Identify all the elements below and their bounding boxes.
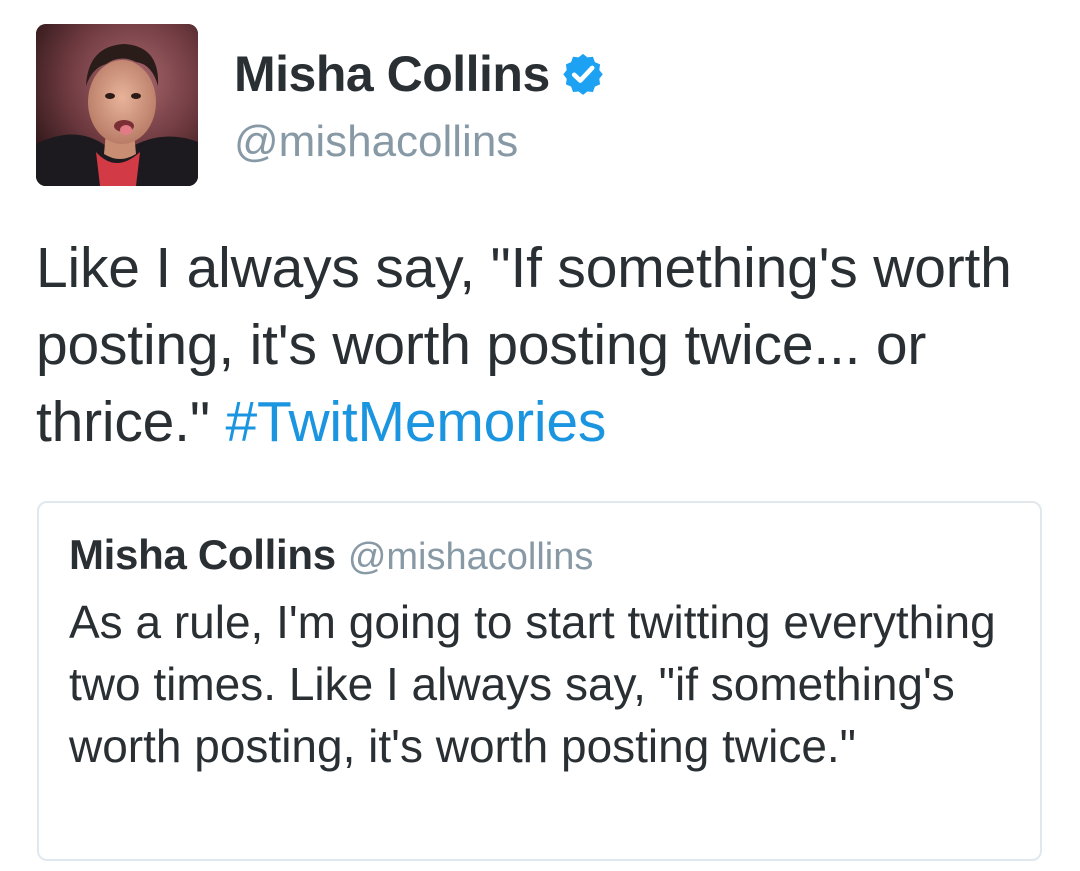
verified-badge-icon (560, 51, 606, 97)
quoted-display-name: Misha Collins (69, 531, 336, 578)
hashtag-link[interactable]: #TwitMemories (226, 390, 607, 454)
quoted-tweet-header: Misha Collins @mishacollins (69, 531, 593, 579)
quoted-tweet-card[interactable]: Misha Collins @mishacollins As a rule, I… (37, 501, 1042, 861)
author-handle[interactable]: @mishacollins (234, 114, 518, 170)
author-display-name[interactable]: Misha Collins (234, 44, 550, 104)
avatar-photo (36, 24, 198, 186)
tweet-text: Like I always say, "If something's worth… (36, 230, 1036, 461)
quoted-tweet-text: As a rule, I'm going to start twitting e… (69, 596, 996, 772)
quoted-handle: @mishacollins (347, 536, 594, 578)
author-name-row: Misha Collins (234, 44, 606, 104)
author-avatar[interactable] (36, 24, 198, 186)
